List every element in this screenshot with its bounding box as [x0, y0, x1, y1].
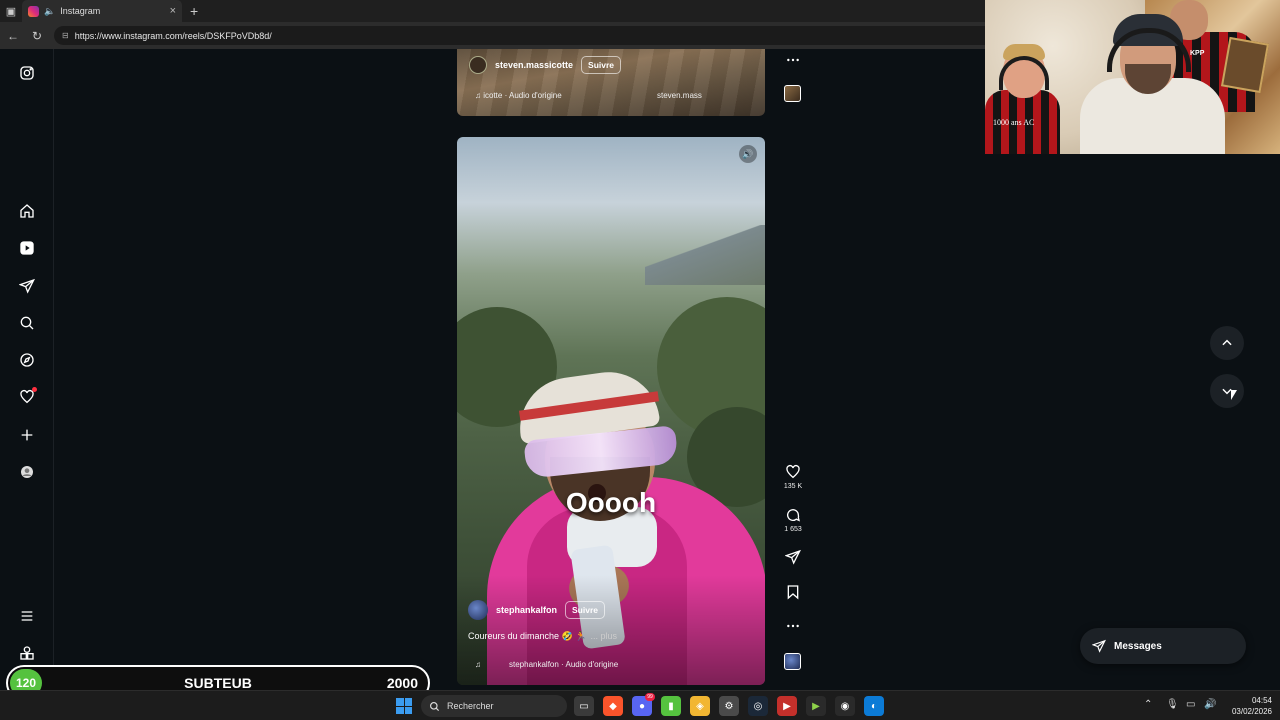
follow-button[interactable]: Suivre [565, 601, 606, 619]
notification-dot [32, 387, 37, 392]
more-link[interactable]: ... plus [590, 631, 617, 642]
profile-icon[interactable] [17, 462, 37, 482]
audio-label: icotte · Audio d'origine [483, 91, 562, 100]
start-icon[interactable] [396, 698, 412, 714]
network-icon[interactable]: ▭ [1186, 699, 1195, 710]
instagram-logo-icon[interactable] [17, 63, 37, 83]
play-app-icon[interactable]: ▶ [806, 696, 826, 716]
instagram-sidebar [0, 49, 54, 685]
messages-icon [1092, 639, 1106, 653]
steam-icon[interactable]: ◎ [748, 696, 768, 716]
search-icon [430, 701, 440, 711]
avatar[interactable] [469, 56, 487, 74]
settings-icon[interactable]: ⚙ [719, 696, 739, 716]
task-view-icon[interactable]: ▭ [574, 696, 594, 716]
taskbar-search-placeholder: Rechercher [447, 701, 494, 711]
search-icon[interactable] [17, 313, 37, 333]
previous-reel-author: steven.massicotte Suivre [469, 56, 622, 74]
taskbar-search[interactable]: Rechercher [421, 695, 567, 717]
reel-audio[interactable]: ♫ stephankalfon · Audio d'origine [475, 657, 707, 671]
webcam-book [1220, 36, 1270, 94]
webcam-shirt-text: 1000 ans AC [993, 118, 1035, 127]
obs-icon[interactable]: ◉ [835, 696, 855, 716]
comment-action: 1 653 [780, 507, 806, 533]
previous-audio-thumbnail[interactable] [784, 85, 801, 102]
sub-goal-target: 2000 [386, 675, 418, 691]
audio-thumbnail[interactable] [784, 653, 801, 670]
comment-icon[interactable] [785, 507, 801, 523]
window-menu-icon[interactable]: ▣ [0, 0, 22, 22]
webcam-overlay: KPP 1000 ans AC [985, 0, 1280, 154]
reel-username[interactable]: stephankalfon [496, 605, 557, 615]
follow-button[interactable]: Suivre [581, 56, 622, 74]
discord-badge: 99 [645, 693, 655, 701]
mute-toggle-icon[interactable]: 🔊 [739, 145, 757, 163]
previous-reel-button[interactable] [1210, 326, 1244, 360]
brave-icon[interactable]: ◆ [603, 696, 623, 716]
microphone-icon[interactable]: 🎙 [1166, 699, 1179, 710]
speaker-icon[interactable]: 🔈 [44, 6, 55, 17]
reels-icon[interactable] [17, 238, 37, 258]
music-note-icon: ♫ [475, 659, 481, 669]
webcam-shirt-text-2: KPP [1190, 50, 1205, 57]
like-action: 135 K [780, 464, 806, 490]
mouse-cursor [1231, 390, 1237, 400]
share-icon[interactable] [780, 549, 806, 565]
discord-icon[interactable]: ● 99 [632, 693, 655, 716]
volume-icon[interactable]: 🔊 [1204, 699, 1216, 710]
screen: ▣ 🔈 Instagram × + ← ↻ ⊟ https://www.inst… [0, 0, 1280, 720]
instagram-favicon-icon [28, 5, 39, 17]
previous-reel-video[interactable]: steven.massicotte Suivre ♫ icotte · Audi… [457, 49, 765, 116]
like-count: 135 K [783, 483, 803, 490]
explore-icon[interactable] [17, 350, 37, 370]
create-icon[interactable] [17, 425, 37, 445]
clock-date: 03/02/2026 [1231, 707, 1272, 716]
video-app-icon[interactable]: ▶ [777, 696, 797, 716]
save-icon[interactable] [780, 584, 806, 600]
layers-app-icon[interactable]: ◈ [690, 696, 710, 716]
close-tab-icon[interactable]: × [170, 5, 176, 17]
url-field[interactable]: ⊟ https://www.instagram.com/reels/DSKFPo… [54, 26, 1034, 45]
reel-caption-text: Coureurs du dimanche 🤣 🏃 [468, 631, 587, 641]
previous-reel-username[interactable]: steven.massicotte [495, 60, 573, 70]
also-from-meta-icon[interactable] [17, 643, 37, 663]
previous-reel-audio-scroll: steven.mass [657, 91, 702, 100]
edge-icon[interactable]: ◐ [864, 696, 884, 716]
clock-time: 04:54 [1251, 696, 1272, 705]
previous-more-options-icon[interactable] [780, 52, 806, 68]
reel-author: stephankalfon Suivre [468, 600, 606, 620]
more-options-icon[interactable] [780, 618, 806, 634]
comment-count: 1 653 [784, 526, 802, 533]
heart-icon[interactable] [785, 464, 801, 480]
music-note-icon: ♫ [475, 91, 484, 100]
chevron-up-icon [1222, 339, 1232, 346]
browser-tab-instagram[interactable]: 🔈 Instagram × [22, 0, 182, 22]
avatar[interactable] [468, 600, 488, 620]
taskbar-clock[interactable]: 04:54 03/02/2026 [1222, 695, 1272, 717]
tab-title: Instagram [60, 6, 101, 16]
reel-video[interactable]: 🔊 Ooooh stephankalfon Suivre Coureurs du… [457, 137, 765, 685]
tray-chevron-up-icon[interactable]: ⌃ [1144, 699, 1152, 710]
notifications-icon[interactable] [17, 387, 37, 407]
menu-icon[interactable] [17, 606, 37, 626]
previous-reel-audio[interactable]: ♫ icotte · Audio d'origine [475, 91, 562, 100]
reel-caption: Coureurs du dimanche 🤣 🏃 ... plus [468, 631, 617, 642]
audio-label: stephankalfon · Audio d'origine [509, 659, 619, 669]
windows-taskbar: Rechercher ▭ ◆ ● 99 ▮ ◈ ⚙ ◎ ▶ ▶ ◉ ◐ ⌃ 🎙 … [0, 690, 1280, 720]
messages-button[interactable]: Messages [1080, 628, 1246, 664]
url-text: https://www.instagram.com/reels/DSKFPoVD… [74, 30, 272, 41]
back-icon[interactable]: ← [6, 29, 20, 43]
background-mountain [645, 225, 765, 285]
video-caption-overlay: Ooooh [565, 487, 657, 518]
new-tab-icon[interactable]: + [190, 3, 198, 19]
reload-icon[interactable]: ↻ [30, 29, 44, 43]
messages-label: Messages [1114, 640, 1162, 652]
messages-icon[interactable] [17, 276, 37, 296]
home-icon[interactable] [17, 201, 37, 221]
next-reel-button[interactable] [1210, 374, 1244, 408]
green-app-icon[interactable]: ▮ [661, 696, 681, 716]
sub-goal-label: SUBTEUB [184, 675, 252, 691]
site-info-icon[interactable]: ⊟ [62, 31, 69, 40]
